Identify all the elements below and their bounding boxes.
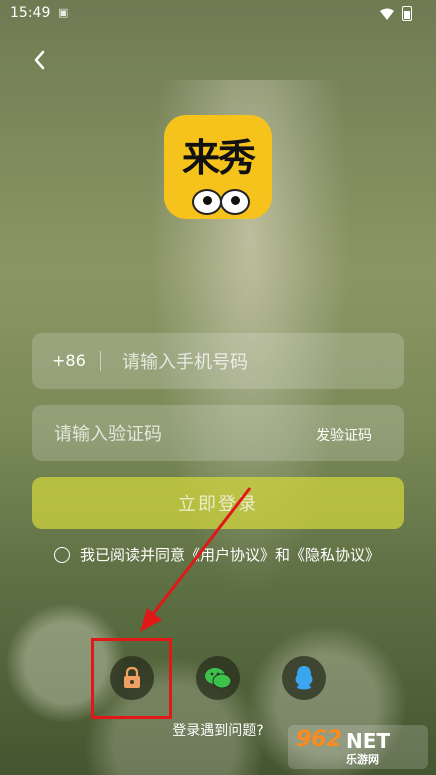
qq-login-button[interactable] — [282, 656, 326, 700]
watermark-logo: 962 NET 乐游网 — [288, 725, 428, 769]
chevron-left-icon — [34, 50, 45, 70]
watermark-main: 962 — [296, 727, 342, 752]
code-field: 发验证码 — [32, 405, 404, 463]
status-icons — [380, 6, 412, 21]
qq-icon — [295, 666, 313, 690]
wifi-icon — [380, 8, 394, 20]
watermark-net: NET — [346, 729, 391, 753]
phone-field: +86 — [32, 333, 404, 391]
agreement-row: 我已阅读并同意《用户协议》和《隐私协议》 — [54, 544, 380, 565]
logo-eye-left — [192, 189, 222, 215]
phone-input[interactable] — [120, 333, 394, 391]
field-divider — [100, 351, 101, 371]
sim-card-icon: ▣ — [58, 6, 69, 19]
logo-text: 来秀 — [181, 136, 256, 180]
wechat-login-button[interactable] — [196, 656, 240, 700]
login-button[interactable]: 立即登录 — [32, 477, 404, 529]
status-bar: 15:49 ▣ — [0, 0, 436, 26]
send-code-button[interactable]: 发验证码 — [316, 425, 372, 445]
agreement-text[interactable]: 我已阅读并同意《用户协议》和《隐私协议》 — [80, 544, 380, 565]
back-button[interactable] — [28, 48, 52, 72]
watermark-sub: 乐游网 — [346, 753, 379, 766]
app-logo: 来秀 — [164, 115, 272, 219]
wechat-icon — [205, 668, 232, 689]
country-code[interactable]: +86 — [52, 351, 86, 370]
verification-code-input[interactable] — [52, 405, 296, 463]
logo-eye-right — [220, 189, 250, 215]
status-time: 15:49 — [10, 5, 51, 21]
annotation-highlight-box — [91, 638, 172, 719]
agreement-checkbox[interactable] — [54, 546, 70, 563]
battery-icon — [402, 6, 412, 21]
